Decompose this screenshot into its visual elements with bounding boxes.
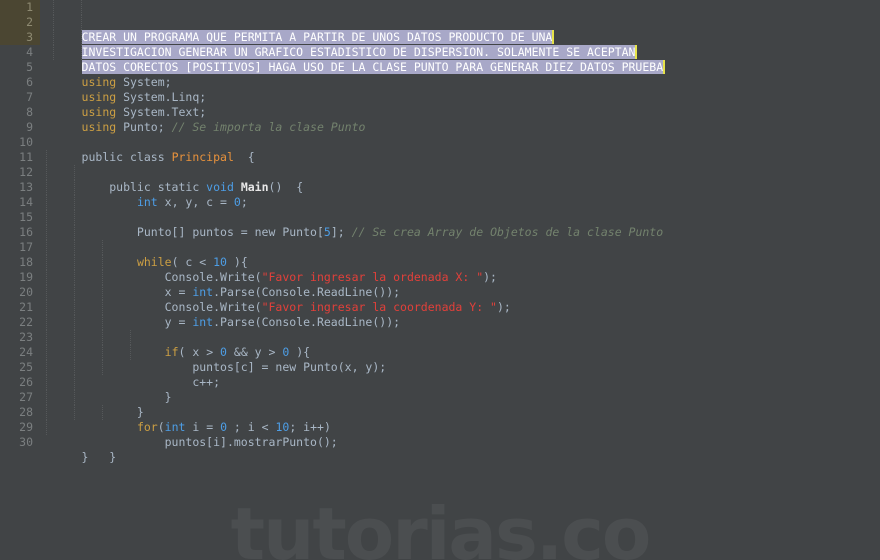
code-line[interactable]: y = int.Parse(Console.ReadLine()); bbox=[40, 285, 880, 329]
code-line[interactable]: c++; bbox=[40, 345, 880, 389]
code-line[interactable]: Console.Write("Favor ingresar la coorden… bbox=[40, 270, 880, 314]
code-line[interactable]: for(int i = 0 ; i < 10; i++) bbox=[40, 390, 880, 434]
line-number: 8 bbox=[26, 105, 33, 119]
code-editor[interactable]: tutorias.co 1 2 3 4 5 6 7 8 9 10 11 12 1… bbox=[0, 0, 880, 560]
line-number: 4 bbox=[26, 45, 33, 59]
code-line[interactable]: using System; bbox=[40, 60, 880, 89]
line-number: 14 bbox=[19, 195, 33, 209]
code-line[interactable]: using System.Linq; bbox=[40, 75, 880, 104]
code-text: } bbox=[81, 450, 89, 464]
code-line[interactable]: puntos[c] = new Punto(x, y); bbox=[40, 330, 880, 374]
code-line[interactable] bbox=[40, 300, 880, 315]
code-line[interactable]: using System.Text; bbox=[40, 90, 880, 119]
code-line[interactable]: CREAR UN PROGRAMA QUE PERMITA A PARTIR D… bbox=[40, 0, 880, 44]
code-line[interactable]: int x, y, c = 0; bbox=[40, 165, 880, 209]
code-content[interactable]: CREAR UN PROGRAMA QUE PERMITA A PARTIR D… bbox=[40, 0, 880, 560]
code-line[interactable] bbox=[40, 210, 880, 225]
line-number: 9 bbox=[26, 120, 33, 134]
code-line[interactable]: x = int.Parse(Console.ReadLine()); bbox=[40, 255, 880, 299]
line-number: 21 bbox=[19, 300, 33, 314]
line-number: 29 bbox=[19, 420, 33, 434]
line-number: 5 bbox=[26, 60, 33, 74]
code-line[interactable]: Punto[] puntos = new Punto[5]; // Se cre… bbox=[40, 195, 880, 239]
line-number: 23 bbox=[19, 330, 33, 344]
line-number: 20 bbox=[19, 285, 33, 299]
line-number: 19 bbox=[19, 270, 33, 284]
line-number: 18 bbox=[19, 255, 33, 269]
code-line[interactable]: DATOS CORECTOS [POSITIVOS] HAGA USO DE L… bbox=[40, 30, 880, 74]
line-number: 10 bbox=[19, 135, 33, 149]
code-line[interactable]: INVESTIGACION GENERAR UN GRAFICO ESTADIS… bbox=[40, 15, 880, 59]
code-line[interactable] bbox=[40, 45, 880, 60]
code-line[interactable]: } bbox=[40, 375, 880, 419]
code-line[interactable]: Console.Write("Favor ingresar la ordenad… bbox=[40, 240, 880, 284]
code-line[interactable]: public static void Main() { bbox=[40, 150, 880, 194]
line-number: 11 bbox=[19, 150, 33, 164]
code-line[interactable]: using Punto; // Se importa la clase Punt… bbox=[40, 105, 880, 134]
line-number: 22 bbox=[19, 315, 33, 329]
code-line[interactable]: if( x > 0 && y > 0 ){ bbox=[40, 315, 880, 359]
line-number: 15 bbox=[19, 210, 33, 224]
code-line[interactable]: puntos[i].mostrarPunto(); bbox=[40, 405, 880, 449]
line-number-gutter[interactable]: 1 2 3 4 5 6 7 8 9 10 11 12 13 14 15 16 1… bbox=[0, 0, 40, 560]
line-number: 2 bbox=[0, 15, 40, 30]
line-number: 1 bbox=[0, 0, 40, 15]
line-number: 16 bbox=[19, 225, 33, 239]
line-number: 30 bbox=[19, 435, 33, 449]
line-number: 12 bbox=[19, 165, 33, 179]
code-line[interactable]: } bbox=[40, 360, 880, 404]
code-line[interactable] bbox=[40, 180, 880, 195]
line-number: 26 bbox=[19, 375, 33, 389]
line-number: 27 bbox=[19, 390, 33, 404]
code-line[interactable]: } bbox=[40, 420, 880, 464]
line-number: 24 bbox=[19, 345, 33, 359]
line-number: 6 bbox=[26, 75, 33, 89]
line-number: 7 bbox=[26, 90, 33, 104]
code-line[interactable]: public class Principal { bbox=[40, 135, 880, 164]
line-number: 17 bbox=[19, 240, 33, 254]
code-line[interactable] bbox=[40, 120, 880, 135]
line-number: 25 bbox=[19, 360, 33, 374]
code-line[interactable]: while( c < 10 ){ bbox=[40, 225, 880, 269]
line-number: 13 bbox=[19, 180, 33, 194]
line-number: 28 bbox=[19, 405, 33, 419]
line-number: 3 bbox=[0, 30, 40, 45]
code-line[interactable]: } bbox=[40, 435, 880, 464]
